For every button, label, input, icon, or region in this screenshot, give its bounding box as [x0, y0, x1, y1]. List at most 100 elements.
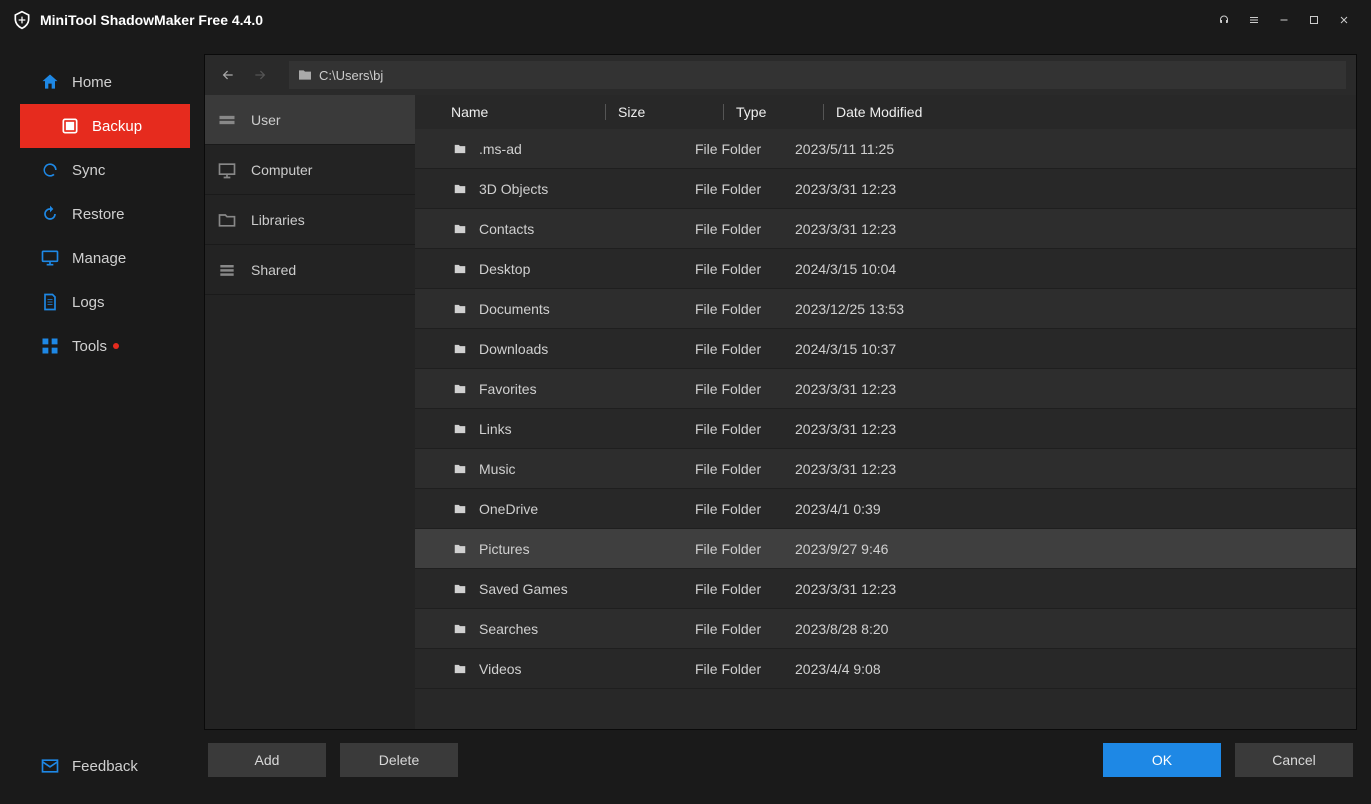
file-row[interactable]: OneDrive File Folder2023/4/1 0:39	[415, 489, 1356, 529]
file-type: File Folder	[695, 341, 795, 357]
file-date: 2023/8/28 8:20	[795, 621, 995, 637]
file-type: File Folder	[695, 181, 795, 197]
titlebar-menu-icon[interactable]	[1239, 5, 1269, 35]
nav-label: Logs	[72, 294, 105, 311]
backup-icon	[60, 116, 80, 136]
minimize-button[interactable]	[1269, 5, 1299, 35]
file-date: 2023/3/31 12:23	[795, 221, 995, 237]
file-date: 2024/3/15 10:04	[795, 261, 995, 277]
file-type: File Folder	[695, 661, 795, 677]
file-header: Name Size Type Date Modified	[415, 95, 1356, 129]
source-label: Computer	[251, 162, 312, 178]
file-type: File Folder	[695, 581, 795, 597]
add-button[interactable]: Add	[208, 743, 326, 777]
nav-logs[interactable]: Logs	[0, 280, 200, 324]
col-date[interactable]: Date Modified	[823, 104, 973, 120]
file-date: 2023/3/31 12:23	[795, 421, 995, 437]
logs-icon	[40, 292, 60, 312]
nav-label: Tools	[72, 338, 107, 355]
file-row[interactable]: PicturesFile Folder2023/9/27 9:46	[415, 529, 1356, 569]
file-type: File Folder	[695, 461, 795, 477]
file-date: 2023/12/25 13:53	[795, 301, 995, 317]
file-explorer: C:\Users\bj User Computer Libraries	[204, 54, 1357, 730]
file-row[interactable]: Downloads File Folder2024/3/15 10:37	[415, 329, 1356, 369]
nav-backup[interactable]: Backup	[20, 104, 190, 148]
file-date: 2023/3/31 12:23	[795, 581, 995, 597]
file-date: 2023/4/4 9:08	[795, 661, 995, 677]
app-title: MiniTool ShadowMaker Free 4.4.0	[40, 12, 263, 28]
nav-label: Sync	[72, 162, 105, 179]
mail-icon	[40, 756, 60, 776]
file-row[interactable]: MusicFile Folder2023/3/31 12:23	[415, 449, 1356, 489]
action-bar: Add Delete OK Cancel	[204, 730, 1357, 790]
titlebar-headset-icon[interactable]	[1209, 5, 1239, 35]
file-row[interactable]: SearchesFile Folder2023/8/28 8:20	[415, 609, 1356, 649]
file-date: 2023/3/31 12:23	[795, 181, 995, 197]
file-date: 2023/3/31 12:23	[795, 381, 995, 397]
feedback-button[interactable]: Feedback	[0, 744, 200, 788]
file-row[interactable]: Videos File Folder2023/4/4 9:08	[415, 649, 1356, 689]
user-icon	[217, 110, 237, 130]
file-date: 2024/3/15 10:37	[795, 341, 995, 357]
nav-badge-icon	[113, 343, 119, 349]
ok-button[interactable]: OK	[1103, 743, 1221, 777]
nav-forward-button[interactable]	[247, 62, 273, 88]
delete-button[interactable]: Delete	[340, 743, 458, 777]
cancel-button[interactable]: Cancel	[1235, 743, 1353, 777]
file-name: Documents	[479, 301, 550, 317]
nav-tools[interactable]: Tools	[0, 324, 200, 368]
file-name: Contacts	[479, 221, 534, 237]
file-row[interactable]: Saved GamesFile Folder2023/3/31 12:23	[415, 569, 1356, 609]
file-row[interactable]: DesktopFile Folder2024/3/15 10:04	[415, 249, 1356, 289]
nav-back-button[interactable]	[215, 62, 241, 88]
nav-sync[interactable]: Sync	[0, 148, 200, 192]
source-libraries[interactable]: Libraries	[205, 195, 415, 245]
col-type[interactable]: Type	[723, 104, 823, 120]
file-row[interactable]: ContactsFile Folder2023/3/31 12:23	[415, 209, 1356, 249]
file-name: Videos	[479, 661, 522, 677]
sync-icon	[40, 160, 60, 180]
restore-icon	[40, 204, 60, 224]
file-name: 3D Objects	[479, 181, 548, 197]
source-label: User	[251, 112, 281, 128]
file-list[interactable]: .ms-adFile Folder2023/5/11 11:253D Objec…	[415, 129, 1356, 729]
file-date: 2023/9/27 9:46	[795, 541, 995, 557]
nav-label: Manage	[72, 250, 126, 267]
file-type: File Folder	[695, 141, 795, 157]
file-row[interactable]: 3D Objects File Folder2023/3/31 12:23	[415, 169, 1356, 209]
nav-home[interactable]: Home	[0, 60, 200, 104]
source-user[interactable]: User	[205, 95, 415, 145]
file-row[interactable]: LinksFile Folder2023/3/31 12:23	[415, 409, 1356, 449]
path-input[interactable]: C:\Users\bj	[289, 61, 1346, 89]
file-type: File Folder	[695, 541, 795, 557]
maximize-button[interactable]	[1299, 5, 1329, 35]
folder-path-icon	[297, 67, 313, 83]
file-row[interactable]: DocumentsFile Folder2023/12/25 13:53	[415, 289, 1356, 329]
source-shared[interactable]: Shared	[205, 245, 415, 295]
close-button[interactable]	[1329, 5, 1359, 35]
file-row[interactable]: FavoritesFile Folder2023/3/31 12:23	[415, 369, 1356, 409]
file-type: File Folder	[695, 621, 795, 637]
nav-label: Home	[72, 74, 112, 91]
file-name: Downloads	[479, 341, 548, 357]
content-area: C:\Users\bj User Computer Libraries	[200, 40, 1371, 804]
nav-manage[interactable]: Manage	[0, 236, 200, 280]
file-name: Music	[479, 461, 516, 477]
titlebar: MiniTool ShadowMaker Free 4.4.0	[0, 0, 1371, 40]
file-type: File Folder	[695, 501, 795, 517]
nav-restore[interactable]: Restore	[0, 192, 200, 236]
file-row[interactable]: .ms-adFile Folder2023/5/11 11:25	[415, 129, 1356, 169]
manage-icon	[40, 248, 60, 268]
col-size[interactable]: Size	[605, 104, 723, 120]
col-name[interactable]: Name	[451, 104, 605, 120]
file-date: 2023/4/1 0:39	[795, 501, 995, 517]
tools-icon	[40, 336, 60, 356]
file-name: .ms-ad	[479, 141, 522, 157]
file-name: OneDrive	[479, 501, 538, 517]
source-computer[interactable]: Computer	[205, 145, 415, 195]
home-icon	[40, 72, 60, 92]
file-name: Links	[479, 421, 512, 437]
shared-icon	[217, 260, 237, 280]
computer-icon	[217, 160, 237, 180]
source-label: Shared	[251, 262, 296, 278]
